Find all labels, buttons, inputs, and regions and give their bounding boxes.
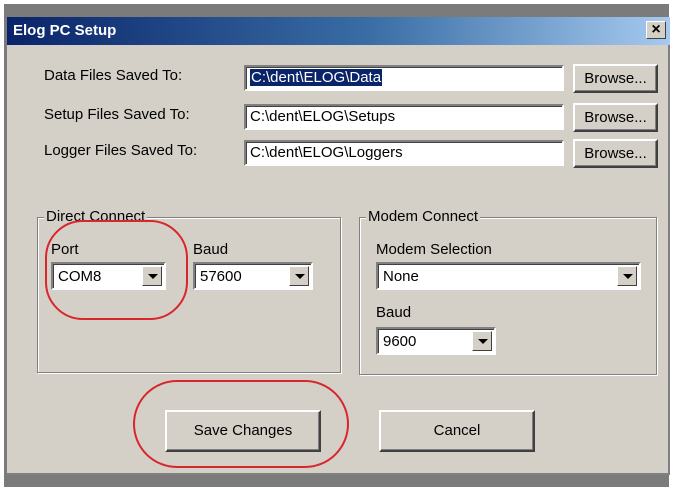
- data-files-label: Data Files Saved To:: [44, 67, 183, 84]
- dialog-title: Elog PC Setup: [13, 22, 117, 39]
- modem-connect-title: Modem Connect: [366, 208, 481, 225]
- data-files-value: C:\dent\ELOG\Data: [250, 69, 383, 86]
- baud-select[interactable]: 57600: [193, 262, 313, 290]
- logger-files-value: C:\dent\ELOG\Loggers: [250, 144, 403, 161]
- modem-selection-select[interactable]: None: [376, 262, 641, 290]
- close-button[interactable]: ×: [646, 21, 666, 39]
- chevron-down-icon[interactable]: [289, 266, 309, 286]
- browse-data-button[interactable]: Browse...: [573, 64, 658, 93]
- close-icon: ×: [651, 21, 661, 38]
- logger-files-input[interactable]: C:\dent\ELOG\Loggers: [244, 140, 564, 166]
- logger-files-label: Logger Files Saved To:: [44, 142, 198, 159]
- title-bar[interactable]: Elog PC Setup ×: [7, 17, 670, 45]
- save-highlight-circle: [133, 380, 349, 468]
- chevron-down-icon[interactable]: [472, 331, 492, 351]
- baud-label: Baud: [193, 241, 229, 258]
- modem-connect-group: Modem Connect Modem Selection None Baud …: [359, 208, 657, 375]
- setup-files-input[interactable]: C:\dent\ELOG\Setups: [244, 104, 564, 130]
- modem-baud-value: 9600: [383, 333, 417, 350]
- setup-files-value: C:\dent\ELOG\Setups: [250, 108, 396, 125]
- cancel-button[interactable]: Cancel: [379, 410, 535, 452]
- port-highlight-circle: [45, 220, 188, 320]
- modem-baud-select[interactable]: 9600: [376, 327, 496, 355]
- browse-setup-button[interactable]: Browse...: [573, 103, 658, 132]
- data-files-input[interactable]: C:\dent\ELOG\Data: [244, 65, 564, 91]
- modem-baud-label: Baud: [376, 304, 412, 321]
- chevron-down-icon[interactable]: [617, 266, 637, 286]
- modem-selection-value: None: [383, 268, 419, 285]
- browse-logger-button[interactable]: Browse...: [573, 139, 658, 168]
- modem-selection-label: Modem Selection: [376, 241, 492, 258]
- setup-files-label: Setup Files Saved To:: [44, 106, 190, 123]
- baud-value: 57600: [200, 268, 242, 285]
